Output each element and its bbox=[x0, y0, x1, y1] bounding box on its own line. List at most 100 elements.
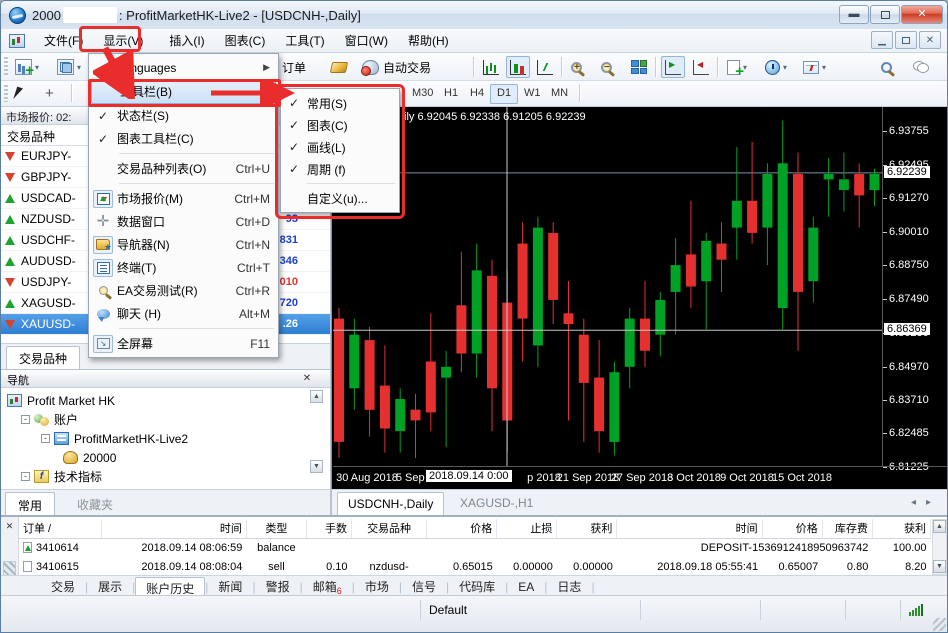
tab-alerts[interactable]: 警报 bbox=[256, 576, 300, 597]
templates-button[interactable]: ▾ bbox=[799, 56, 830, 78]
toolbar-grip[interactable] bbox=[4, 57, 8, 76]
submenu-item-standard[interactable]: ✓常用(S) bbox=[281, 92, 399, 114]
submenu-item-line-studies[interactable]: ✓画线(L) bbox=[281, 136, 399, 158]
tree-item-broker[interactable]: Profit Market HK bbox=[7, 391, 330, 410]
price-axis[interactable]: 6.92239 6.86369 6.937556.924956.912706.9… bbox=[882, 107, 946, 466]
mdi-minimize-button[interactable]: ▁ bbox=[871, 31, 893, 49]
menu-item-symbols[interactable]: 交易品种列表(O)Ctrl+U bbox=[89, 157, 278, 180]
tree-item-accounts[interactable]: -账户 bbox=[7, 410, 330, 429]
tree-item-account-number[interactable]: 20000 bbox=[7, 448, 330, 467]
terminal-scroll-up[interactable]: ▲ bbox=[933, 520, 946, 533]
navigator-close-icon[interactable]: ✕ bbox=[300, 372, 314, 385]
terminal-scrollbar[interactable]: ▲ ▼ bbox=[932, 519, 947, 575]
autoscroll-button[interactable] bbox=[661, 56, 685, 78]
table-row-balance[interactable]: 3410614 2018.09.14 08:06:59 balance DEPO… bbox=[19, 538, 931, 557]
navigator-scroll-down[interactable]: ▼ bbox=[310, 460, 323, 473]
tile-windows-button[interactable] bbox=[627, 56, 651, 78]
period-h4-button[interactable]: H4 bbox=[463, 84, 491, 104]
menu-item-market-watch[interactable]: 市场报价(M)Ctrl+M bbox=[89, 187, 278, 210]
period-mn-button[interactable]: MN bbox=[544, 84, 575, 104]
tab-news[interactable]: 新闻 bbox=[208, 576, 252, 597]
indicators-button[interactable]: ▾ bbox=[723, 56, 751, 78]
chart-tabs-bar: USDCNH-,Daily XAGUSD-,H1 ◂▸ bbox=[331, 489, 948, 515]
submenu-item-customize[interactable]: 自定义(u)... bbox=[281, 187, 399, 209]
period-d1-button[interactable]: D1 bbox=[490, 84, 518, 104]
collapse-icon[interactable]: - bbox=[41, 434, 50, 443]
menu-item-charts-bar[interactable]: ✓图表工具栏(C) bbox=[89, 127, 278, 150]
menu-item-languages[interactable]: Languages▶ bbox=[89, 56, 278, 79]
navigator-scroll-up[interactable]: ▲ bbox=[310, 390, 323, 403]
menu-file[interactable]: 文件(F) bbox=[35, 29, 92, 52]
tab-common[interactable]: 常用 bbox=[5, 492, 55, 516]
tab-exposure[interactable]: 展示 bbox=[88, 576, 132, 597]
menu-item-data-window[interactable]: ✛数据窗口Ctrl+D bbox=[89, 210, 278, 233]
submenu-item-periodicity[interactable]: ✓周期 (f) bbox=[281, 158, 399, 180]
table-row-trade[interactable]: 3410615 2018.09.14 08:08:04 sell 0.10 nz… bbox=[19, 557, 931, 575]
tree-item-server[interactable]: -ProfitMarketHK-Live2 bbox=[7, 429, 330, 448]
title-bar[interactable]: 2000 : ProfitMarketHK-Live2 - [USDCNH-,D… bbox=[1, 1, 948, 29]
restore-button[interactable] bbox=[870, 5, 900, 24]
chart-tab-usdcnh[interactable]: USDCNH-,Daily bbox=[337, 492, 444, 516]
line-chart-button[interactable] bbox=[533, 56, 557, 78]
collapse-icon[interactable]: - bbox=[21, 415, 30, 424]
new-order-button[interactable]: 订单 bbox=[278, 56, 310, 78]
chat-button[interactable] bbox=[909, 56, 933, 78]
menu-item-fullscreen[interactable]: ↘全屏幕F11 bbox=[89, 332, 278, 355]
autotrade-button[interactable]: 自动交易 bbox=[358, 56, 435, 78]
collapse-icon[interactable]: - bbox=[21, 472, 30, 481]
zoom-in-button[interactable]: + bbox=[567, 56, 586, 78]
menu-item-terminal[interactable]: 终端(T)Ctrl+T bbox=[89, 256, 278, 279]
menu-window[interactable]: 窗口(W) bbox=[336, 29, 397, 52]
period-h1-button[interactable]: H1 bbox=[437, 84, 465, 104]
new-chart-button[interactable]: ▾ bbox=[11, 56, 43, 78]
candlestick-button[interactable] bbox=[506, 56, 530, 78]
menu-view[interactable]: 显示(V) bbox=[94, 29, 152, 52]
close-button[interactable]: ✕ bbox=[901, 5, 943, 24]
submenu-item-charts[interactable]: ✓图表(C) bbox=[281, 114, 399, 136]
menu-item-chat[interactable]: 聊天 (H)Alt+M bbox=[89, 302, 278, 325]
menu-item-strategy-tester[interactable]: EA交易测试(R)Ctrl+R bbox=[89, 279, 278, 302]
cursor-button[interactable] bbox=[11, 83, 30, 105]
chart-plot-area[interactable]: ily 6.92045 6.92338 6.91205 6.92239 bbox=[333, 107, 882, 466]
tree-item-indicators[interactable]: -f技术指标 bbox=[7, 467, 330, 486]
search-button[interactable] bbox=[877, 56, 896, 78]
menu-help[interactable]: 帮助(H) bbox=[399, 29, 458, 52]
menu-insert[interactable]: 插入(I) bbox=[160, 29, 213, 52]
resize-grip[interactable] bbox=[933, 618, 946, 631]
menu-charts[interactable]: 图表(C) bbox=[216, 29, 275, 52]
menu-tools[interactable]: 工具(T) bbox=[276, 29, 333, 52]
profiles-button[interactable]: ▾ bbox=[53, 56, 85, 78]
date-tick-label: 15 Oct 2018 bbox=[772, 472, 832, 484]
tab-favorites[interactable]: 收藏夹 bbox=[65, 492, 125, 516]
crosshair-button[interactable]: + bbox=[41, 83, 58, 105]
menu-item-toolbars[interactable]: 工具栏(B) bbox=[91, 79, 276, 104]
table-header-row[interactable]: 订单 /时间 类型手数 交易品种价格 止损获利 时间价格 库存费获利 bbox=[19, 519, 931, 538]
mdi-restore-button[interactable] bbox=[895, 31, 917, 49]
tab-journal[interactable]: 日志 bbox=[547, 576, 591, 597]
tabs-scroll-left-icon[interactable]: ◂ bbox=[911, 497, 926, 508]
data-folder-button[interactable] bbox=[327, 56, 351, 78]
terminal-close-icon[interactable]: ✕ bbox=[3, 520, 16, 533]
terminal-scroll-down[interactable]: ▼ bbox=[933, 560, 946, 573]
period-w1-button[interactable]: W1 bbox=[517, 84, 548, 104]
date-axis[interactable]: 2018.09.14 0:00 30 Aug 20185 Sep 201811p… bbox=[333, 466, 948, 489]
tab-market[interactable]: 市场 bbox=[355, 576, 399, 597]
bar-chart-button[interactable] bbox=[479, 56, 503, 78]
tab-trade[interactable]: 交易 bbox=[41, 576, 85, 597]
tab-signals[interactable]: 信号 bbox=[402, 576, 446, 597]
zoom-out-button[interactable]: − bbox=[597, 56, 616, 78]
menu-item-navigator[interactable]: 导航器(N)Ctrl+N bbox=[89, 233, 278, 256]
minimize-button[interactable]: ▬ bbox=[839, 5, 869, 24]
tab-codebase[interactable]: 代码库 bbox=[449, 576, 505, 597]
tab-symbols[interactable]: 交易品种 bbox=[6, 346, 80, 369]
chart-window-icon[interactable] bbox=[9, 34, 25, 48]
periods-button[interactable]: ▾ bbox=[761, 56, 791, 78]
chart-shift-button[interactable] bbox=[689, 56, 713, 78]
period-m30-button[interactable]: M30 bbox=[405, 84, 440, 104]
chart-tab-xagusd[interactable]: XAGUSD-,H1 bbox=[450, 492, 543, 516]
mdi-close-button[interactable]: ✕ bbox=[919, 31, 941, 49]
tabs-scroll-right-icon[interactable]: ▸ bbox=[926, 497, 941, 508]
tab-ea[interactable]: EA bbox=[508, 578, 544, 596]
toolbar-grip-2[interactable] bbox=[4, 85, 8, 102]
menu-item-status-bar[interactable]: ✓状态栏(S) bbox=[89, 104, 278, 127]
